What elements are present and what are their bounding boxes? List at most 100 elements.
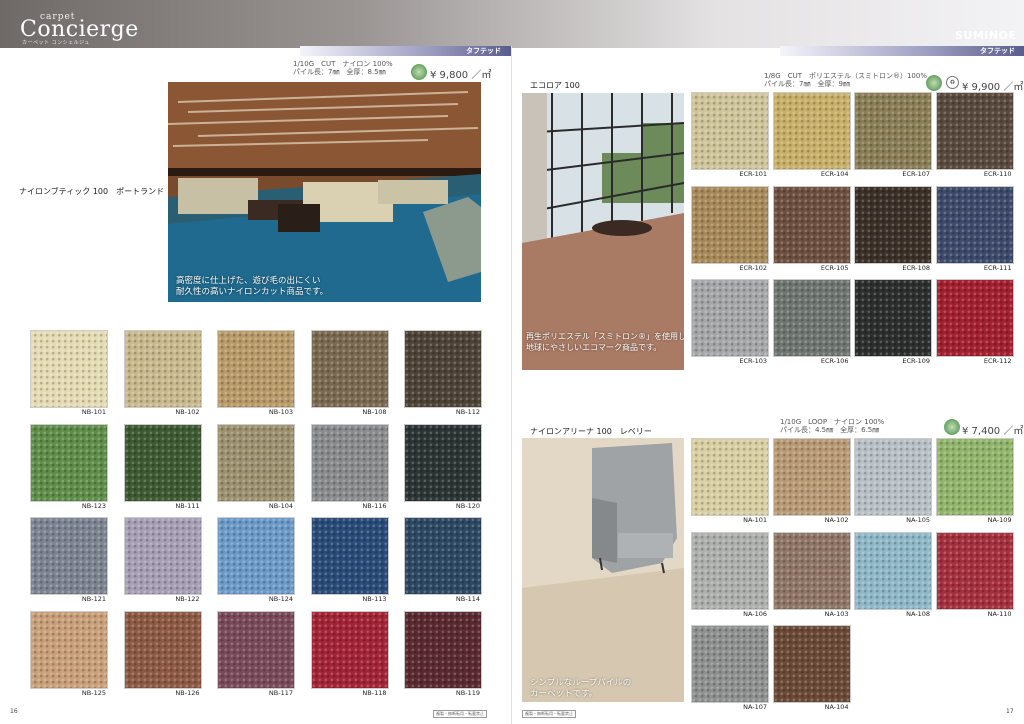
- product-name: ナイロンアリーナ 100 レベリー: [530, 427, 652, 436]
- swatch-code: NB-108: [362, 408, 387, 416]
- carpet-swatch: [310, 517, 389, 595]
- page-number-right: 17: [1006, 708, 1014, 715]
- carpet-swatch: [854, 279, 932, 357]
- carpet-swatch: [935, 92, 1014, 170]
- carpet-swatch: [772, 279, 851, 357]
- recycle-mark-icon: ♻: [946, 76, 959, 89]
- carpet-swatch: [935, 185, 1014, 264]
- product-name: エコロア 100: [530, 81, 580, 90]
- swatch-code: NB-119: [455, 688, 480, 697]
- carpet-swatch: [772, 531, 851, 610]
- carpet-swatch: [310, 610, 389, 689]
- carpet-swatch: [30, 330, 108, 408]
- product-name: ナイロンブティック 100 ポートランド: [19, 187, 165, 196]
- spec-line-1: 1/8G CUT ポリエステル（スミトロン®）100%: [764, 72, 927, 80]
- copyright-stamp: 複製・無断転用・転載禁止: [522, 710, 576, 718]
- carpet-swatch: [935, 279, 1014, 357]
- carpet-swatch: [854, 438, 932, 516]
- carpet-swatch: [691, 92, 769, 170]
- page-divider: [511, 46, 512, 724]
- swatch-code: NA-101: [743, 516, 767, 524]
- carpet-swatch: [691, 279, 769, 357]
- carpet-swatch: [854, 531, 932, 610]
- carpet-swatch: [404, 330, 482, 408]
- swatch-code: NB-117: [268, 688, 293, 697]
- eco-mark-icon: [411, 64, 427, 80]
- spec-line-2: パイル長：4.5㎜ 全厚：6.5㎜: [780, 426, 880, 434]
- carpet-swatch: [691, 625, 769, 703]
- carpet-swatch: [935, 438, 1014, 516]
- swatch-code: NB-125: [81, 688, 106, 697]
- carpet-swatch: [772, 625, 851, 703]
- price: ¥ 7,400 ／㎡: [962, 426, 1024, 437]
- maker-logo: SUMINOE: [955, 29, 1017, 42]
- carpet-swatch: [123, 610, 202, 689]
- swatch-code: NA-107: [743, 703, 767, 711]
- carpet-swatch: [30, 423, 108, 502]
- page-number-left: 16: [10, 708, 18, 715]
- swatch-code: ECR-102: [739, 263, 767, 272]
- swatch-code: NB-103: [268, 408, 293, 416]
- carpet-swatch: [772, 92, 851, 170]
- swatch-code: NB-124: [268, 595, 293, 603]
- carpet-swatch: [691, 185, 769, 264]
- spec-line-2: パイル長：7㎜ 全厚：8.5㎜: [293, 68, 386, 76]
- carpet-swatch: [123, 423, 202, 502]
- tufted-label-right: タフテッド: [980, 47, 1015, 55]
- office-photo: 再生ポリエステル「スミトロン®」を使用した、 地球にやさしいエコマーク商品です。: [522, 93, 684, 370]
- swatch-code: NB-113: [362, 595, 387, 603]
- carpet-swatch: [404, 610, 482, 689]
- swatch-code: ECR-105: [820, 263, 849, 272]
- carpet-swatch: [772, 185, 851, 264]
- carpet-swatch: [217, 423, 295, 502]
- swatch-code: ECR-106: [820, 357, 849, 365]
- carpet-swatch: [123, 517, 202, 595]
- logo-tagline: カーペット コンシェルジュ: [22, 40, 90, 46]
- swatch-code: NB-114: [455, 595, 480, 603]
- swatch-code: NA-109: [987, 516, 1012, 524]
- swatch-code: NB-111: [175, 501, 200, 510]
- swatch-code: ECR-110: [983, 170, 1012, 178]
- swatch-code: ECR-108: [902, 263, 930, 272]
- swatch-code: ECR-109: [902, 357, 930, 365]
- eco-mark-icon: [944, 419, 960, 435]
- swatch-code: NB-123: [81, 501, 106, 510]
- carpet-swatch: [310, 423, 389, 502]
- carpet-swatch: [854, 185, 932, 264]
- swatch-code: NA-110: [987, 609, 1012, 618]
- swatch-code: ECR-104: [820, 170, 849, 178]
- swatch-code: NB-118: [362, 688, 387, 697]
- swatch-code: NB-102: [175, 408, 200, 416]
- carpet-swatch: [217, 610, 295, 689]
- header-banner: [0, 0, 1024, 48]
- spec-line-1: 1/10G LOOP ナイロン 100%: [780, 418, 885, 426]
- swatch-code: NB-122: [175, 595, 200, 603]
- carpet-swatch: [691, 531, 769, 610]
- carpet-swatch: [217, 330, 295, 408]
- lounge-photo: 高密度に仕上げた、遊び毛の出にくい 耐久性の高いナイロンカット商品です。: [168, 82, 481, 302]
- photo-caption: 高密度に仕上げた、遊び毛の出にくい 耐久性の高いナイロンカット商品です。: [176, 276, 329, 297]
- swatch-code: NB-112: [455, 408, 480, 416]
- carpet-swatch: [123, 330, 202, 408]
- carpet-swatch: [30, 517, 108, 595]
- swatch-code: NA-102: [824, 516, 849, 524]
- carpet-swatch: [772, 438, 851, 516]
- swatch-code: NA-103: [824, 609, 849, 618]
- price: ¥ 9,800 ／㎡: [430, 70, 492, 81]
- spec-line-2: パイル長：7㎜ 全厚：9㎜: [764, 80, 850, 88]
- swatch-code: ECR-112: [983, 357, 1012, 365]
- swatch-code: NA-105: [906, 516, 930, 524]
- lounge-photo-illustration: [168, 82, 481, 302]
- swatch-code: NB-120: [455, 501, 480, 510]
- swatch-code: ECR-103: [739, 357, 767, 365]
- swatch-code: NA-108: [906, 609, 930, 618]
- armchair-photo-illustration: [522, 438, 684, 702]
- swatch-code: NB-121: [81, 595, 106, 603]
- swatch-code: NB-116: [362, 501, 387, 510]
- tufted-label-left: タフテッド: [466, 47, 501, 55]
- carpet-swatch: [404, 517, 482, 595]
- price: ¥ 9,900 ／㎡: [962, 82, 1024, 93]
- photo-caption: シンプルなループパイルの カーペットです。: [530, 678, 632, 699]
- carpet-swatch: [217, 517, 295, 595]
- copyright-stamp: 複製・無断転用・転載禁止: [433, 710, 487, 718]
